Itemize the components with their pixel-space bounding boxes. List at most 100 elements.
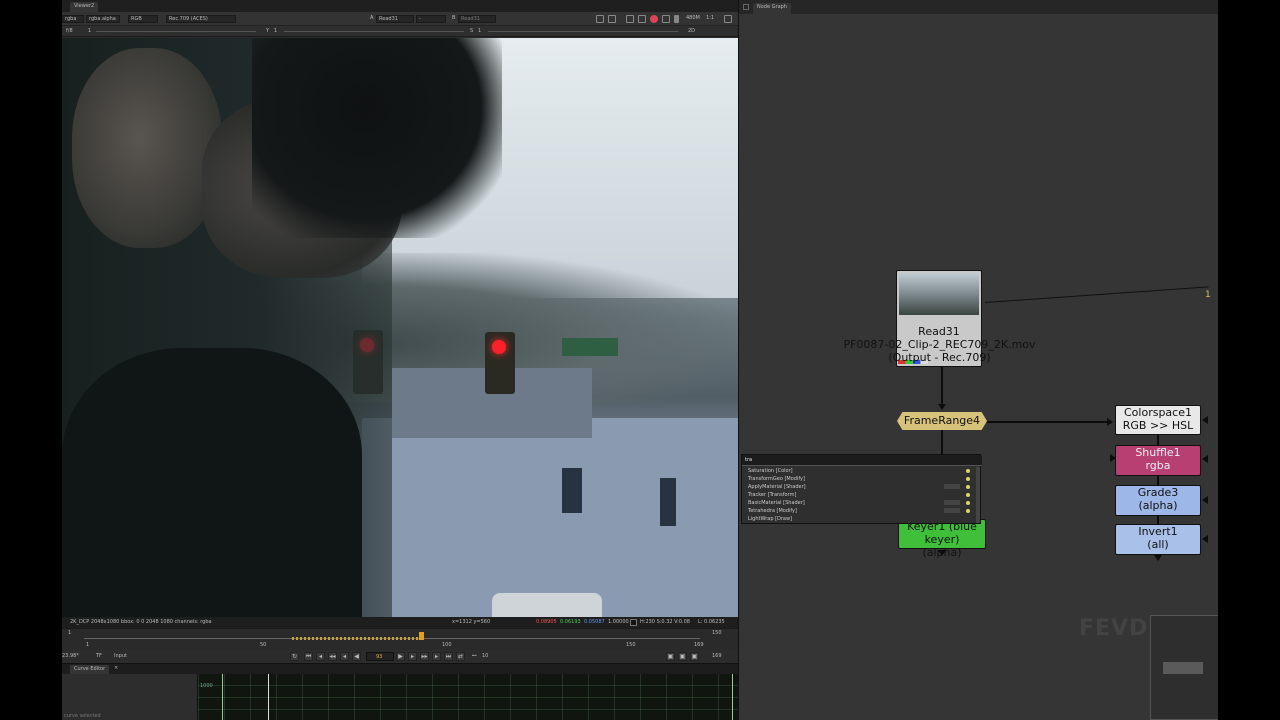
- range-lock-icon[interactable]: ▣: [690, 652, 699, 661]
- step-back-icon[interactable]: ◂: [340, 652, 349, 661]
- arrow-framerange-input: [938, 404, 946, 410]
- gain-slider[interactable]: [96, 31, 256, 32]
- shortcut-key: [944, 508, 960, 513]
- gamma-slider[interactable]: [284, 31, 464, 32]
- tab-curve-editor[interactable]: Curve Editor: [70, 665, 110, 674]
- menu-item[interactable]: Saturation [Color]: [748, 467, 974, 475]
- arrow-colorspace-input: [1107, 418, 1113, 426]
- wire-framerange-to-keyer: [941, 430, 943, 456]
- roi-icon[interactable]: [596, 15, 604, 23]
- grade-node-sublabel: (alpha): [1138, 499, 1178, 512]
- playhead[interactable]: [419, 632, 424, 640]
- clipping-icon[interactable]: [626, 15, 634, 23]
- pause-icon[interactable]: [674, 15, 679, 23]
- next-key-icon[interactable]: ▸: [432, 652, 441, 661]
- overlay-icon[interactable]: [608, 15, 616, 23]
- ratio-readout[interactable]: 1:1: [706, 16, 714, 21]
- curve-list[interactable]: curve selected: [62, 674, 198, 720]
- in-point-icon[interactable]: ▣: [666, 652, 675, 661]
- tf-select[interactable]: TF: [96, 654, 102, 659]
- timeline-end: 169: [694, 642, 704, 648]
- current-frame[interactable]: 93: [376, 655, 382, 660]
- layer-select[interactable]: rgba: [62, 15, 84, 23]
- colorspace-node-sublabel: RGB >> HSL: [1122, 419, 1194, 432]
- end-frame[interactable]: 169: [712, 654, 722, 659]
- saturation-slider[interactable]: [488, 31, 678, 32]
- gun-silhouette: [252, 38, 502, 238]
- timeline-top-left: 1: [68, 630, 72, 636]
- input-b-select[interactable]: Read31: [458, 15, 496, 23]
- read-thumbnail: [899, 273, 979, 315]
- bounce-icon[interactable]: ⇄: [456, 652, 465, 661]
- zoom-readout[interactable]: 480M: [686, 16, 700, 21]
- timeline[interactable]: 1 150 1 50 100 150 169: [62, 628, 738, 650]
- colorspace-mode-select[interactable]: RGB: [128, 15, 158, 23]
- arrow-invert-mask: [1202, 535, 1208, 543]
- menu-item[interactable]: LightWrap [Draw]: [748, 515, 974, 523]
- menu-item[interactable]: Tracker [Transform]: [748, 491, 974, 499]
- fps-select[interactable]: 23.98*: [62, 654, 79, 659]
- tab-node-search-menu[interactable]: tra Saturation [Color] TransformGeo [Mod…: [741, 454, 982, 524]
- gamma-value[interactable]: 1: [274, 29, 277, 34]
- menu-item[interactable]: TransformGeo [Modify]: [748, 475, 974, 483]
- fstop-readout[interactable]: f/8: [66, 29, 73, 34]
- saturation-label: S: [470, 28, 474, 34]
- wire-read-to-framerange: [941, 367, 943, 407]
- menu-item[interactable]: ApplyMaterial [Shader]: [748, 483, 974, 491]
- tab-search-query[interactable]: tra: [745, 458, 752, 463]
- grade-node[interactable]: Grade3 (alpha): [1115, 485, 1201, 516]
- input-select[interactable]: Input: [114, 654, 127, 659]
- curve-tabbar: Curve Editor ×: [62, 664, 738, 674]
- loop-icon[interactable]: ↻: [290, 652, 299, 661]
- first-frame-icon[interactable]: ⏮: [304, 652, 313, 661]
- saturation-value[interactable]: 1: [478, 29, 481, 34]
- tab-node-graph[interactable]: Node Graph: [753, 3, 791, 14]
- panel-menu-icon[interactable]: [743, 4, 749, 10]
- play-forward-icon[interactable]: ▶: [396, 652, 405, 661]
- curve-playhead[interactable]: [268, 674, 269, 720]
- building-window: [562, 468, 582, 513]
- tab-viewer[interactable]: Viewer2: [70, 2, 99, 12]
- current-frame-field[interactable]: 93: [366, 652, 394, 661]
- menu-item[interactable]: Tetrahedra [Modify]: [748, 507, 974, 515]
- viewer-image[interactable]: [62, 38, 738, 617]
- step-forward-10-icon[interactable]: ▸▸: [420, 652, 429, 661]
- timeline-start: 1: [86, 642, 90, 648]
- step-forward-icon[interactable]: ▸: [408, 652, 417, 661]
- viewer-toolbar: rgba rgba.alpha RGB Rec.709 (ACES) A Rea…: [62, 12, 738, 26]
- menu-scrollbar[interactable]: [976, 467, 980, 523]
- blend-mode-select[interactable]: -: [416, 15, 446, 23]
- pixel-luma: L: 0.06235: [698, 619, 725, 625]
- viewer-menu-icon[interactable]: [724, 15, 732, 23]
- curve-graph[interactable]: 1000: [198, 674, 738, 720]
- record-icon[interactable]: [650, 15, 658, 23]
- wire-offscreen: [984, 286, 1209, 303]
- increment-value[interactable]: 10: [482, 654, 488, 659]
- out-point-icon[interactable]: ▣: [678, 652, 687, 661]
- favorite-dot-icon: [966, 477, 970, 481]
- shuffle-node[interactable]: Shuffle1 rgba: [1115, 445, 1201, 476]
- viewer-tabbar: Viewer2: [62, 0, 738, 12]
- step-back-10-icon[interactable]: ◂◂: [328, 652, 337, 661]
- lut-icon[interactable]: [662, 15, 670, 23]
- viewer-lut-select[interactable]: Rec.709 (ACES): [166, 15, 236, 23]
- channel-select[interactable]: rgba.alpha: [86, 15, 120, 23]
- tab-search-field[interactable]: tra: [742, 455, 982, 466]
- node-graph-minimap[interactable]: [1150, 615, 1219, 720]
- last-frame-icon[interactable]: ⏭: [444, 652, 453, 661]
- framerange-node[interactable]: FrameRange4: [897, 412, 987, 430]
- menu-item[interactable]: BasicMaterial [Shader]: [748, 499, 974, 507]
- close-icon[interactable]: ×: [114, 666, 118, 671]
- node-graph-canvas[interactable]: 1 Read31 PF0087-02_Clip-2_REC709_2K.mov …: [739, 14, 1219, 720]
- gain-value[interactable]: 1: [88, 29, 91, 34]
- prev-key-icon[interactable]: ◂: [316, 652, 325, 661]
- shortcut-key: [944, 484, 960, 489]
- colorspace-node[interactable]: Colorspace1 RGB >> HSL: [1115, 405, 1201, 435]
- view-mode-select[interactable]: 2D: [688, 29, 695, 34]
- invert-node[interactable]: Invert1 (all): [1115, 524, 1201, 555]
- colorspace-node-label: Colorspace1: [1124, 406, 1192, 419]
- checker-icon[interactable]: [638, 15, 646, 23]
- input-a-select[interactable]: Read31: [376, 15, 414, 23]
- play-backward-icon[interactable]: ◀: [352, 652, 361, 661]
- format-info: 2K_DCP 2048x1080 bbox: 0 0 2048 1080 cha…: [70, 619, 212, 625]
